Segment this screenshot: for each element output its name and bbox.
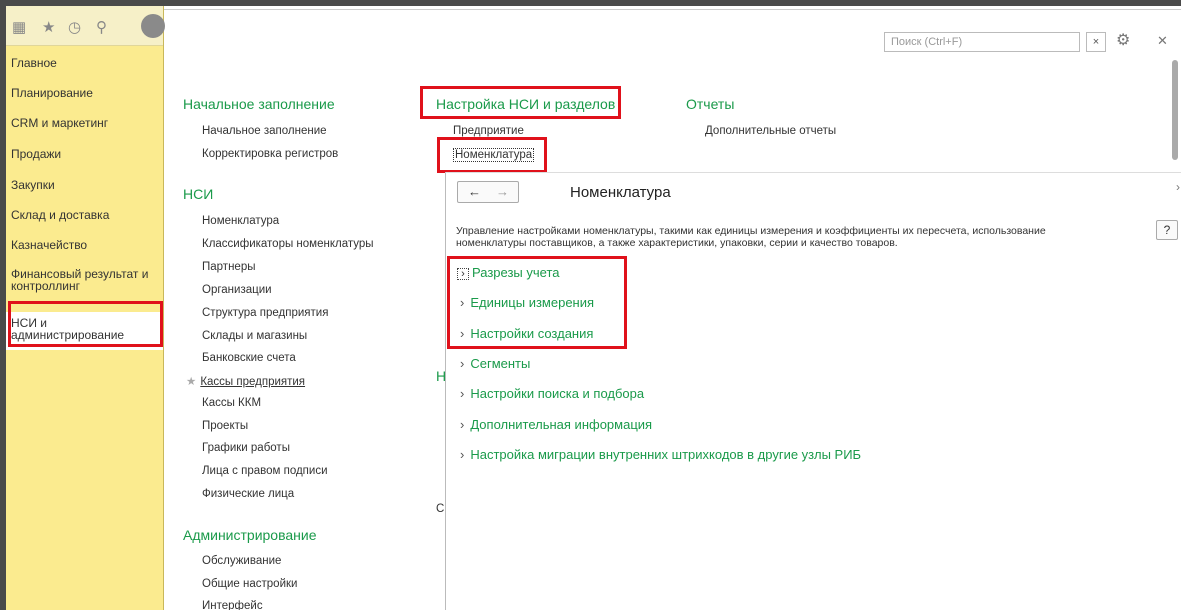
highlight-box-groups	[447, 256, 627, 349]
group-segments[interactable]: › Сегменты	[460, 356, 530, 371]
highlight-box-nomenclature	[437, 137, 547, 173]
link-schedules[interactable]: Графики работы	[202, 442, 290, 454]
sidebar-item-crm[interactable]: CRM и маркетинг	[6, 116, 164, 130]
group-label: Дополнительная информация	[470, 417, 653, 432]
link-general-settings[interactable]: Общие настройки	[202, 578, 297, 590]
chevron-right-icon: ›	[460, 386, 465, 401]
section-title-reports: Отчеты	[686, 96, 735, 112]
user-avatar[interactable]	[141, 14, 165, 38]
scrollbar[interactable]	[1172, 60, 1178, 160]
nomenclature-panel: ← → Номенклатура Управление настройками …	[445, 172, 1181, 610]
sidebar-item-main[interactable]: Главное	[6, 56, 164, 70]
link-warehouses[interactable]: Склады и магазины	[202, 330, 307, 342]
link-nomenclature[interactable]: Номенклатура	[202, 215, 279, 227]
highlight-box-sidebar	[8, 301, 163, 347]
clear-search-button[interactable]: ×	[1086, 32, 1106, 52]
favorite-star-icon[interactable]: ★	[186, 376, 196, 388]
sidebar-item-finance[interactable]: Финансовый результат и контроллинг	[6, 268, 164, 292]
sidebar-item-purchases[interactable]: Закупки	[6, 178, 164, 192]
panel-title: Номенклатура	[570, 184, 671, 201]
group-barcode-migration[interactable]: › Настройка миграции внутренних штрихкодо…	[460, 447, 861, 462]
sidebar-item-warehouse[interactable]: Склад и доставка	[6, 208, 164, 222]
link-initial-fill[interactable]: Начальное заполнение	[202, 125, 327, 137]
section-title-initial-fill: Начальное заполнение	[183, 96, 335, 112]
group-additional-info[interactable]: › Дополнительная информация	[460, 417, 652, 432]
back-arrow-icon[interactable]: ←	[468, 184, 481, 199]
favorites-star-icon[interactable]: ★	[42, 18, 55, 36]
link-structure[interactable]: Структура предприятия	[202, 307, 328, 319]
nav-buttons: ← →	[457, 181, 519, 203]
help-button[interactable]: ?	[1156, 220, 1178, 240]
search-input[interactable]: Поиск (Ctrl+F)	[884, 32, 1080, 52]
gear-icon[interactable]: ⚙	[1116, 30, 1130, 50]
chevron-right-icon: ›	[460, 417, 465, 432]
link-cash-row: ★ Кассы предприятия	[186, 374, 305, 388]
link-projects[interactable]: Проекты	[202, 420, 248, 432]
link-interface[interactable]: Интерфейс	[202, 600, 263, 610]
link-maintenance[interactable]: Обслуживание	[202, 555, 281, 567]
top-tabs-strip	[164, 6, 1181, 10]
link-partners[interactable]: Партнеры	[202, 261, 255, 273]
hidden-link-fragment: Сп	[436, 503, 445, 515]
forward-arrow-icon[interactable]: →	[496, 184, 509, 199]
link-kkm[interactable]: Кассы ККМ	[202, 397, 261, 409]
group-label: Настройки поиска и подбора	[470, 386, 645, 401]
sidebar-toolbar: ▦ ★ ◷ ⚲	[6, 6, 165, 46]
section-title-nsi: НСИ	[183, 186, 214, 202]
panel-description: Управление настройками номенклатуры, так…	[456, 225, 1046, 249]
history-icon[interactable]: ◷	[68, 18, 81, 36]
link-bank-accounts[interactable]: Банковские счета	[202, 352, 296, 364]
link-cash-desks[interactable]: Кассы предприятия	[200, 376, 305, 388]
link-classifiers[interactable]: Классификаторы номенклатуры	[202, 238, 374, 250]
link-organizations[interactable]: Организации	[202, 284, 272, 296]
group-search-settings[interactable]: › Настройки поиска и подбора	[460, 386, 644, 401]
sidebar-item-planning[interactable]: Планирование	[6, 86, 164, 100]
section-title-admin: Администрирование	[183, 527, 317, 543]
group-label: Настройка миграции внутренних штрихкодов…	[470, 447, 862, 462]
sidebar-item-sales[interactable]: Продажи	[6, 147, 164, 161]
hidden-section-fragment: Н	[436, 368, 445, 384]
highlight-box-nsi-setup	[420, 86, 621, 119]
sidebar-item-treasury[interactable]: Казначейство	[6, 238, 164, 252]
chevron-right-icon: ›	[460, 447, 465, 462]
panel-close-icon[interactable]: ›	[1176, 180, 1180, 194]
close-icon[interactable]: ✕	[1157, 33, 1168, 49]
chevron-right-icon: ›	[460, 356, 465, 371]
link-register-correction[interactable]: Корректировка регистров	[202, 148, 338, 160]
group-label: Сегменты	[470, 356, 531, 371]
link-signatories[interactable]: Лица с правом подписи	[202, 465, 328, 477]
link-enterprise[interactable]: Предприятие	[453, 125, 524, 137]
search-icon[interactable]: ⚲	[96, 18, 107, 36]
link-additional-reports[interactable]: Дополнительные отчеты	[705, 125, 836, 137]
link-individuals[interactable]: Физические лица	[202, 488, 294, 500]
apps-grid-icon[interactable]: ▦	[12, 18, 26, 36]
